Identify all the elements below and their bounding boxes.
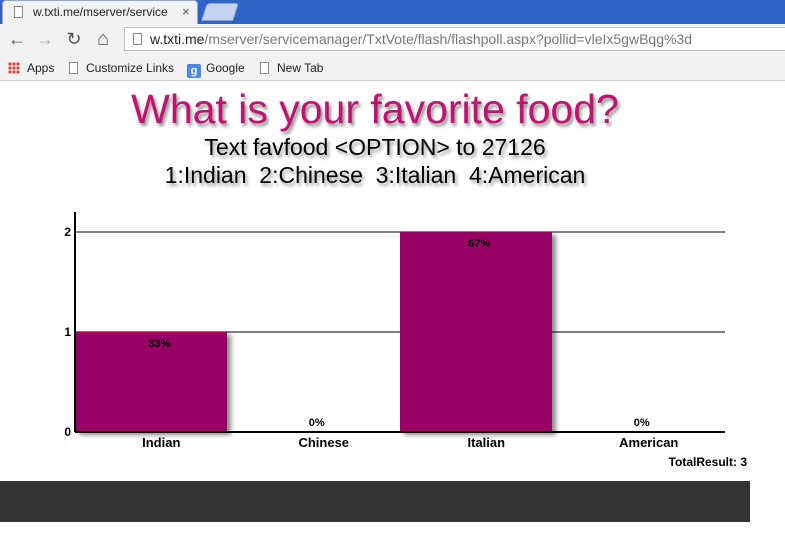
page-icon (260, 62, 269, 74)
data-label-chinese: 0% (309, 417, 325, 429)
poll-bar-chart: 0 1 2 33% Indian 0% Chinese 67% Italian 0% America… (64, 212, 725, 450)
poll-instruction: Text favfood <OPTION> to 27126 (204, 134, 546, 160)
total-result: TotalResult: 3 (668, 455, 747, 469)
data-label-italian: 67% (468, 238, 490, 250)
y-tick-label-0: 0 (64, 425, 71, 439)
bookmark-new-tab[interactable]: New Tab (260, 59, 323, 77)
footer-bar (0, 481, 750, 522)
poll-title: What is your favorite food? (131, 86, 619, 132)
home-icon[interactable]: ⌂ (92, 26, 114, 52)
poll-options-line: 1:Indian 2:Chinese 3:Italian 4:American (164, 162, 586, 188)
x-tick-label-american: American (619, 435, 678, 450)
apps-grid-icon (8, 62, 20, 74)
google-icon: g (187, 64, 201, 78)
bar-italian (400, 232, 552, 432)
page-icon (133, 33, 142, 45)
forward-icon[interactable]: → (34, 26, 56, 52)
bookmark-apps[interactable]: Apps (8, 59, 54, 77)
tab-title: w.txti.me/mserver/service (33, 5, 168, 19)
bookmark-customize-links[interactable]: Customize Links (69, 59, 174, 77)
page-icon (69, 62, 78, 74)
bookmarks-bar: Apps Customize Links g Google New Tab (0, 55, 785, 81)
back-icon[interactable]: ← (6, 26, 28, 52)
new-tab-button[interactable] (201, 3, 239, 21)
close-tab-icon[interactable]: × (182, 4, 190, 19)
url-text: w.txti.me/mserver/servicemanager/TxtVote… (150, 31, 692, 47)
address-bar[interactable]: w.txti.me/mserver/servicemanager/TxtVote… (124, 27, 785, 51)
y-tick-label-1: 1 (64, 325, 71, 339)
x-tick-label-italian: Italian (467, 435, 505, 450)
bookmark-google[interactable]: g Google (187, 59, 245, 78)
data-label-indian: 33% (148, 338, 170, 350)
data-label-american: 0% (634, 417, 650, 429)
page-icon (14, 6, 23, 18)
x-tick-label-chinese: Chinese (298, 435, 349, 450)
browser-tab[interactable]: w.txti.me/mserver/service × (2, 0, 198, 24)
x-tick-label-indian: Indian (142, 435, 180, 450)
browser-toolbar: ← → ↻ ⌂ w.txti.me/mserver/servicemanager… (0, 24, 785, 55)
reload-icon[interactable]: ↻ (63, 26, 85, 52)
y-tick-label-2: 2 (64, 225, 71, 239)
tab-strip: w.txti.me/mserver/service × (0, 0, 785, 24)
